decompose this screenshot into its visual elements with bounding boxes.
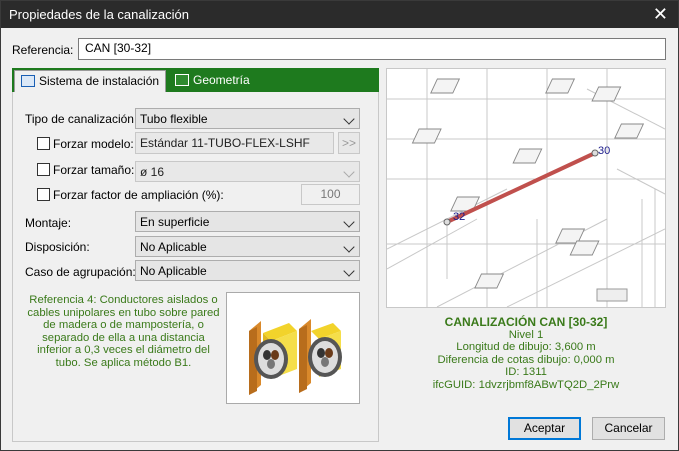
chevron-down-icon [343, 216, 355, 228]
window-title: Propiedades de la canalización [9, 7, 189, 22]
installation-illustration [226, 292, 360, 404]
disposicion-select[interactable]: No Aplicable [135, 236, 360, 257]
element-info: CANALIZACIÓN CAN [30-32] Nivel 1 Longitu… [386, 316, 666, 392]
forzar-tamano-checkbox[interactable] [37, 163, 50, 176]
title-bar: Propiedades de la canalización ✕ [1, 1, 678, 28]
referencia-label: Referencia: [12, 43, 74, 57]
tab-geometria[interactable]: Geometría [169, 70, 256, 91]
tab-sistema-label: Sistema de instalación [39, 74, 160, 88]
referencia-input[interactable]: CAN [30-32] [78, 38, 666, 60]
tab-strip: Sistema de instalación Geometría [12, 68, 379, 92]
forzar-factor-label: Forzar factor de ampliación (%): [53, 188, 224, 202]
forzar-factor-checkbox[interactable] [37, 188, 50, 201]
forzar-tamano-label: Forzar tamaño: [53, 163, 135, 177]
conduit-wall-icon [249, 319, 342, 395]
forzar-tamano-select[interactable]: ø 16 [135, 161, 360, 182]
forzar-modelo-checkbox[interactable] [37, 137, 50, 150]
3d-preview[interactable]: 32 30 [386, 68, 666, 308]
tipo-label: Tipo de canalización: [25, 112, 138, 126]
properties-dialog: Propiedades de la canalización ✕ Referen… [0, 0, 679, 451]
disposicion-value: No Aplicable [140, 240, 207, 254]
tab-sistema-instalacion[interactable]: Sistema de instalación [14, 70, 167, 92]
info-guid: ifcGUID: 1dvzrjbmf8ABwTQ2D_2Prw [432, 378, 620, 391]
tipo-select[interactable]: Tubo flexible [135, 108, 360, 129]
chevron-down-icon [343, 113, 355, 125]
caso-label: Caso de agrupación: [25, 265, 136, 279]
referencia-value: CAN [30-32] [85, 41, 152, 55]
accept-button[interactable]: Aceptar [508, 417, 581, 440]
tipo-value: Tubo flexible [140, 112, 208, 126]
forzar-factor-value: 100 [320, 187, 341, 201]
montaje-value: En superficie [140, 215, 210, 229]
disposicion-label: Disposición: [25, 240, 90, 254]
close-icon[interactable]: ✕ [653, 4, 668, 25]
cancel-button[interactable]: Cancelar [592, 417, 665, 440]
installation-system-icon [21, 75, 35, 87]
caso-value: No Aplicable [140, 264, 207, 278]
caso-select[interactable]: No Aplicable [135, 260, 360, 281]
info-nivel: Nivel 1 [508, 328, 544, 341]
chevron-down-icon [343, 265, 355, 277]
forzar-modelo-field[interactable]: Estándar 11-TUBO-FLEX-LSHF [135, 132, 334, 154]
geometry-icon [175, 74, 189, 86]
info-id: ID: 1311 [505, 366, 547, 379]
tab-geometria-label: Geometría [193, 73, 250, 87]
chevron-down-icon [343, 241, 355, 253]
forzar-factor-input[interactable]: 100 [301, 184, 360, 205]
chevron-down-icon [343, 166, 355, 178]
montaje-select[interactable]: En superficie [135, 211, 360, 232]
browse-model-button[interactable]: >> [338, 132, 360, 154]
info-diferencia: Diferencia de cotas dibujo: 0,000 m [437, 353, 615, 366]
node-label-start: 32 [453, 211, 465, 223]
forzar-tamano-value: ø 16 [140, 165, 165, 179]
info-longitud: Longitud de dibujo: 3,600 m [456, 341, 596, 354]
montaje-label: Montaje: [25, 216, 72, 230]
preview-drawing: 32 30 [387, 69, 665, 307]
forzar-modelo-value: Estándar 11-TUBO-FLEX-LSHF [140, 136, 310, 150]
reference-note: Referencia 4: Conductores aislados o cab… [27, 294, 220, 369]
info-heading: CANALIZACIÓN CAN [30-32] [444, 315, 608, 329]
forzar-modelo-label: Forzar modelo: [53, 137, 134, 151]
node-label-end: 30 [598, 145, 610, 157]
